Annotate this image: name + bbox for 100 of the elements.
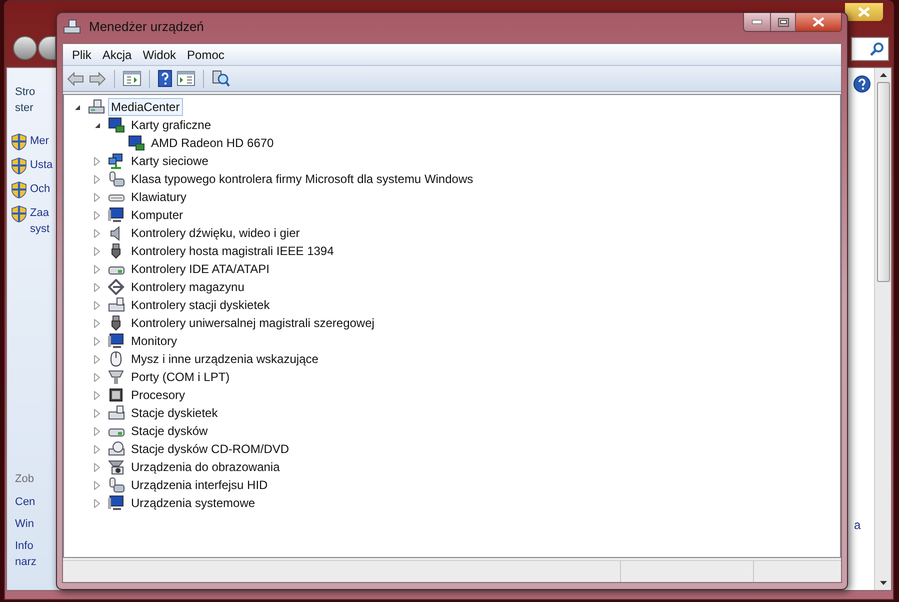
task-link[interactable]: syst [30,221,50,237]
tree-item[interactable]: Klawiatury [128,188,190,206]
expand-arrow-icon[interactable] [94,246,100,256]
tree-item[interactable]: Klasa typowego kontrolera firmy Microsoft dla systemu Windows [128,170,476,188]
tree-item[interactable]: Kontrolery hosta magistrali IEEE 1394 [128,242,337,260]
expand-arrow-icon[interactable] [94,210,100,220]
expand-arrow-icon[interactable] [94,336,100,346]
expand-arrow-icon[interactable] [94,372,100,382]
shield-icon [11,205,27,223]
expand-arrow-icon[interactable] [94,390,100,400]
tree-item[interactable]: Urządzenia interfejsu HID [128,476,271,494]
tree-item[interactable]: Procesory [128,386,188,404]
task-link[interactable]: Mer [30,133,49,149]
expand-arrow-icon[interactable] [94,498,100,508]
expand-arrow-icon[interactable] [94,192,100,202]
computer-icon [63,19,81,35]
disc-drive-icon [108,441,125,457]
expand-arrow-icon[interactable] [94,156,100,166]
task-link[interactable]: Info [15,538,58,554]
shield-icon [11,133,27,151]
expand-arrow-icon[interactable] [94,228,100,238]
tree-item[interactable]: Kontrolery IDE ATA/ATAPI [128,260,272,278]
gamepad-icon [108,171,125,187]
monitor-icon [108,207,125,223]
tree-item[interactable]: Stacje dyskietek [128,404,221,422]
minimize-icon [752,20,762,24]
task-link[interactable]: Win [15,516,58,532]
expand-arrow-icon[interactable] [94,480,100,490]
monitor-icon [108,495,125,511]
forward-button[interactable] [38,36,56,60]
tree-item[interactable]: Komputer [128,206,186,224]
menu-item[interactable]: Akcja [98,46,136,64]
expand-arrow-icon[interactable] [94,300,100,310]
tree-item[interactable]: Urządzenia systemowe [128,494,258,512]
menu-item[interactable]: Pomoc [183,46,228,64]
close-button[interactable] [845,3,883,21]
help-icon[interactable] [853,75,871,93]
display-card-icon [108,117,125,133]
tree-item[interactable]: Kontrolery uniwersalnej magistrali szeregowej [128,314,378,332]
task-link[interactable]: narz [15,554,58,570]
panel-icon[interactable] [123,71,141,86]
menu-item[interactable]: Widok [138,46,180,64]
floppy-drive-icon [108,405,125,421]
scroll-bar[interactable] [874,68,891,590]
tree-item[interactable]: Urządzenia do obrazowania [128,458,283,476]
collapse-arrow-icon[interactable] [94,122,100,128]
menu-item[interactable]: Plik [68,46,96,64]
tree-item[interactable]: Mysz i inne urządzenia wskazujące [128,350,322,368]
tree-item[interactable]: Monitory [128,332,180,350]
window-title: Menedżer urządzeń [89,18,204,36]
expand-arrow-icon[interactable] [94,264,100,274]
task-link[interactable]: Och [30,181,50,197]
camera-icon [108,459,125,475]
help-icon[interactable] [158,70,172,87]
tree-item[interactable]: Karty graficzne [128,116,214,134]
tree-item[interactable]: Stacje dysków CD-ROM/DVD [128,440,292,458]
tree-item[interactable]: MediaCenter [108,98,183,116]
close-icon [858,7,870,17]
chip-icon [108,387,125,403]
tree-item[interactable]: Kontrolery magazynu [128,278,248,296]
expand-arrow-icon[interactable] [94,426,100,436]
pane-text: Stro [15,85,36,100]
display-card-icon [128,135,145,151]
back-button[interactable] [13,36,37,60]
tree-item[interactable]: Kontrolery stacji dyskietek [128,296,273,314]
close-icon [812,17,825,27]
floppy-drive-icon [108,297,125,313]
minimize-button[interactable] [744,13,771,31]
tree-item[interactable]: AMD Radeon HD 6670 [148,134,277,152]
pane-text: ster [15,101,34,116]
section-heading: Zob [15,472,35,487]
expand-arrow-icon[interactable] [94,174,100,184]
panel-icon[interactable] [177,71,195,86]
scan-hardware-icon[interactable] [212,70,230,87]
expand-arrow-icon[interactable] [94,408,100,418]
search-field[interactable] [851,37,889,61]
gamepad-icon [108,477,125,493]
monitor-icon [108,333,125,349]
maximize-button[interactable] [771,13,796,31]
tree-item[interactable]: Porty (COM i LPT) [128,368,233,386]
expand-arrow-icon[interactable] [94,318,100,328]
expand-arrow-icon[interactable] [94,354,100,364]
tree-item[interactable]: Kontrolery dźwięku, wideo i gier [128,224,303,242]
expand-arrow-icon[interactable] [94,444,100,454]
search-icon [870,42,884,56]
expand-arrow-icon[interactable] [94,462,100,472]
tree-item[interactable]: Karty sieciowe [128,152,212,170]
close-button[interactable] [796,13,841,31]
tree-item[interactable]: Stacje dysków [128,422,211,440]
task-link[interactable]: Usta [30,157,53,173]
task-link[interactable]: Zaa [30,205,50,221]
expand-arrow-icon[interactable] [94,282,100,292]
task-link[interactable]: Cen [15,494,58,510]
computer-icon [88,99,105,115]
collapse-arrow-icon[interactable] [74,104,80,110]
link-text[interactable]: a [854,516,861,534]
shield-icon [11,157,27,175]
diamond-icon [108,279,125,295]
scroll-thumb[interactable] [876,82,890,282]
network-icon [108,153,125,169]
